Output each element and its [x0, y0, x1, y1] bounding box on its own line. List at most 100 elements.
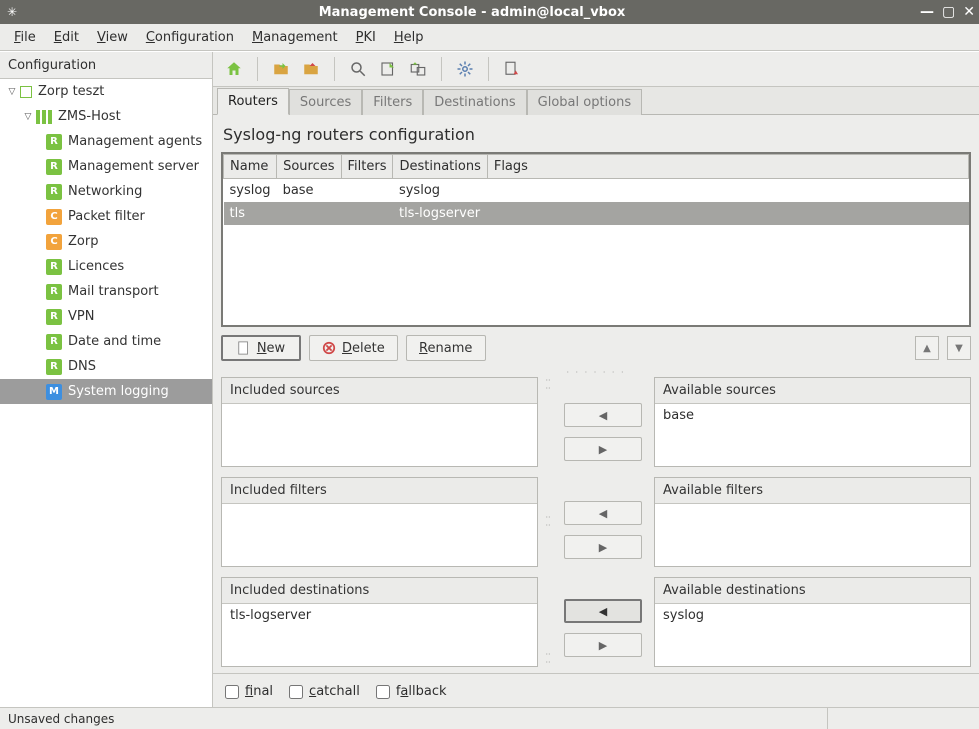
flag-fallback-checkbox[interactable]	[376, 685, 390, 699]
toolbar-save-button[interactable]	[298, 56, 324, 82]
sidebar-item-mail-transport[interactable]: RMail transport	[0, 279, 212, 304]
tab-destinations[interactable]: Destinations	[423, 89, 526, 115]
available-destinations-box[interactable]: Available destinations syslog	[654, 577, 971, 667]
remove-source-button[interactable]: ▶	[564, 437, 642, 461]
add-destination-button[interactable]: ◀	[564, 599, 642, 623]
toolbar-search-button[interactable]	[345, 56, 371, 82]
sidebar-item-label: DNS	[68, 359, 96, 374]
flag-final[interactable]: final	[225, 684, 273, 699]
table-row[interactable]: syslogbasesyslog	[224, 179, 969, 203]
tab-filters[interactable]: Filters	[362, 89, 423, 115]
chevron-down-icon[interactable]: ▽	[22, 112, 34, 122]
available-filters-box[interactable]: Available filters	[654, 477, 971, 567]
sidebar-item-date-and-time[interactable]: R Date and time	[0, 329, 212, 354]
splitter-handle[interactable]: ····	[544, 651, 552, 667]
sidebar-item-zorp[interactable]: CZorp	[0, 229, 212, 254]
sidebar-item-packet-filter[interactable]: CPacket filter	[0, 204, 212, 229]
tab-routers[interactable]: Routers	[217, 88, 289, 115]
move-up-button[interactable]: ▲	[915, 336, 939, 360]
flags-row: final catchall fallback	[213, 673, 979, 707]
sidebar-item-networking[interactable]: RNetworking	[0, 179, 212, 204]
list-item[interactable]: syslog	[663, 608, 962, 623]
list-item[interactable]: base	[663, 408, 962, 423]
splitter-handle[interactable]: · · · · · · ·	[213, 369, 979, 377]
toolbar-upload-button[interactable]	[499, 56, 525, 82]
sidebar-item-vpn[interactable]: R VPN	[0, 304, 212, 329]
sidebar-item-label: Mail transport	[68, 284, 159, 299]
status-text: Unsaved changes	[8, 708, 828, 729]
add-source-button[interactable]: ◀	[564, 403, 642, 427]
col-flags[interactable]: Flags	[487, 155, 968, 179]
move-down-button[interactable]: ▼	[947, 336, 971, 360]
available-sources-box[interactable]: Available sources base	[654, 377, 971, 467]
menu-configuration[interactable]: Configuration	[138, 27, 242, 48]
component-badge-icon: R	[46, 334, 62, 350]
config-tree[interactable]: ▽ Zorp teszt ▽ ZMS-Host RManagement agen…	[0, 79, 212, 707]
app-icon: ✳	[4, 4, 20, 20]
toolbar-settings-button[interactable]	[452, 56, 478, 82]
sidebar-item-management-server[interactable]: RManagement server	[0, 154, 212, 179]
rename-button[interactable]: Rename	[406, 335, 486, 361]
add-filter-button[interactable]: ◀	[564, 501, 642, 525]
component-badge-icon: R	[46, 259, 62, 275]
toolbar-separator	[488, 57, 489, 81]
sidebar-item-dns[interactable]: RDNS	[0, 354, 212, 379]
menu-file[interactable]: File	[6, 27, 44, 48]
col-sources[interactable]: Sources	[277, 155, 341, 179]
menu-edit[interactable]: Edit	[46, 27, 87, 48]
chevron-down-icon[interactable]: ▽	[6, 87, 18, 97]
delete-button[interactable]: Delete	[309, 335, 398, 361]
component-badge-icon: C	[46, 209, 62, 225]
tab-sources[interactable]: Sources	[289, 89, 362, 115]
sidebar-item-label: Date and time	[68, 334, 161, 349]
col-name[interactable]: Name	[224, 155, 277, 179]
toolbar-home-button[interactable]	[221, 56, 247, 82]
included-filters-head: Included filters	[222, 478, 537, 504]
toolbar-sync-button[interactable]	[405, 56, 431, 82]
sidebar-item-management-agents[interactable]: RManagement agents	[0, 129, 212, 154]
tree-host[interactable]: ▽ ZMS-Host	[0, 104, 212, 129]
routers-table[interactable]: Name Sources Filters Destinations Flags …	[221, 152, 971, 327]
menu-view[interactable]: View	[89, 27, 136, 48]
included-filters-box[interactable]: Included filters	[221, 477, 538, 567]
sidebar-item-label: System logging	[68, 384, 169, 399]
included-sources-box[interactable]: Included sources	[221, 377, 538, 467]
window-maximize-button[interactable]: ▢	[942, 5, 955, 19]
remove-filter-button[interactable]: ▶	[564, 535, 642, 559]
included-destinations-box[interactable]: Included destinations tls-logserver	[221, 577, 538, 667]
window-close-button[interactable]: ✕	[963, 5, 975, 19]
cell-flags	[487, 202, 968, 225]
flag-catchall-checkbox[interactable]	[289, 685, 303, 699]
sidebar-item-system-logging[interactable]: MSystem logging	[0, 379, 212, 404]
tab-global-options[interactable]: Global options	[527, 89, 642, 115]
component-badge-icon: R	[46, 184, 62, 200]
window-minimize-button[interactable]: —	[920, 5, 934, 19]
splitter-handle[interactable]: ····	[544, 377, 552, 393]
component-badge-icon: R	[46, 309, 62, 325]
delete-icon	[322, 341, 336, 355]
flag-fallback[interactable]: fallback	[376, 684, 447, 699]
col-destinations[interactable]: Destinations	[393, 155, 487, 179]
new-button[interactable]: New	[221, 335, 301, 361]
toolbar-separator	[334, 57, 335, 81]
toolbar-export-button[interactable]	[375, 56, 401, 82]
component-badge-icon: R	[46, 159, 62, 175]
menu-pki[interactable]: PKI	[348, 27, 384, 48]
flag-catchall[interactable]: catchall	[289, 684, 360, 699]
available-destinations-head: Available destinations	[655, 578, 970, 604]
menu-help[interactable]: Help	[386, 27, 432, 48]
menu-management[interactable]: Management	[244, 27, 346, 48]
cell-name: syslog	[224, 179, 277, 203]
sidebar-item-licences[interactable]: RLicences	[0, 254, 212, 279]
toolbar-open-button[interactable]	[268, 56, 294, 82]
col-filters[interactable]: Filters	[341, 155, 393, 179]
splitter-handle[interactable]: ····	[544, 514, 552, 530]
sidebar-item-label: VPN	[68, 309, 94, 324]
tree-root[interactable]: ▽ Zorp teszt	[0, 79, 212, 104]
list-item[interactable]: tls-logserver	[230, 608, 529, 623]
table-row[interactable]: tlstls-logserver	[224, 202, 969, 225]
remove-destination-button[interactable]: ▶	[564, 633, 642, 657]
cell-filters	[341, 202, 393, 225]
cell-filters	[341, 179, 393, 203]
flag-final-checkbox[interactable]	[225, 685, 239, 699]
